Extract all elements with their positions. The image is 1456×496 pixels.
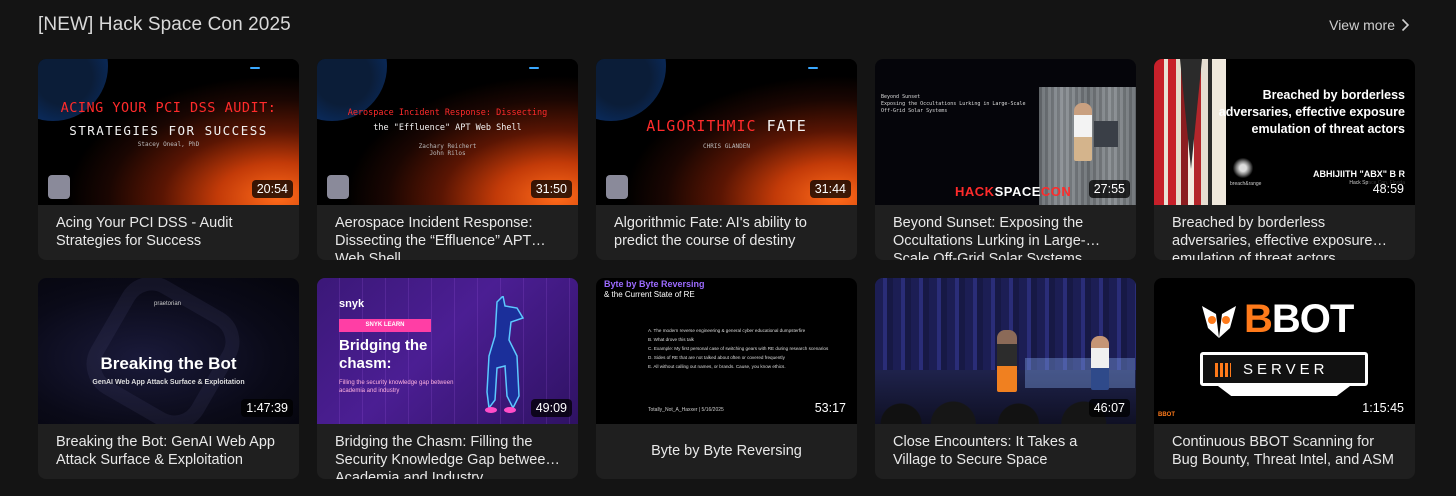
video-duration: 31:44 bbox=[809, 180, 851, 198]
speaker-figure bbox=[1074, 103, 1092, 161]
video-title: Close Encounters: It Takes a Village to … bbox=[893, 434, 1078, 468]
video-card[interactable]: Breached by borderless adversaries, effe… bbox=[1154, 59, 1415, 260]
video-duration: 20:54 bbox=[251, 180, 293, 198]
decor-bar bbox=[250, 67, 260, 69]
thumb-headline: Breaking the Bot bbox=[100, 354, 237, 373]
decor-bar bbox=[808, 67, 818, 69]
decor-bar bbox=[529, 67, 539, 69]
bot-logo-icon bbox=[327, 175, 349, 199]
video-thumbnail: ALGORITHMIC FATE CHRIS GLANDEN 31:44 bbox=[596, 59, 857, 205]
video-card[interactable]: ACING YOUR PCI DSS AUDIT: STRATEGIES FOR… bbox=[38, 59, 299, 260]
video-card[interactable]: Aerospace Incident Response: Dissecting … bbox=[317, 59, 578, 260]
video-thumbnail: 46:07 bbox=[875, 278, 1136, 424]
thumb-speaker: ABHIJIITH "ABX" B R bbox=[1312, 169, 1405, 179]
section-title: [NEW] Hack Space Con 2025 bbox=[38, 14, 291, 35]
video-duration: 27:55 bbox=[1088, 180, 1130, 198]
thumb-title-line2: STRATEGIES FOR SUCCESS bbox=[69, 123, 268, 138]
podium-graphic bbox=[1094, 121, 1118, 147]
doberman-icon bbox=[485, 296, 525, 413]
bot-logo-icon bbox=[606, 175, 628, 199]
thumb-description: Filling the security knowledge gap betwe… bbox=[339, 380, 454, 394]
slide-list: A. The modern reverse engineering & gene… bbox=[648, 328, 829, 369]
thumb-title-word2: FATE bbox=[766, 117, 807, 135]
thumb-headline: Byte by Byte Reversing bbox=[604, 279, 705, 289]
thumb-speaker: CHRIS GLANDEN bbox=[703, 143, 750, 150]
dragon-logo-icon bbox=[1230, 157, 1256, 179]
view-more-label: View more bbox=[1329, 17, 1395, 33]
thumb-speaker: Zachary Reichert John Rilos bbox=[418, 143, 477, 157]
video-card[interactable]: BBOT SERVER BBOT 1:15:45 Continuous BBOT… bbox=[1154, 278, 1415, 479]
video-duration: 49:09 bbox=[530, 399, 572, 417]
presenter-figure bbox=[1091, 336, 1109, 390]
video-thumbnail: Aerospace Incident Response: Dissecting … bbox=[317, 59, 578, 205]
video-card[interactable]: ALGORITHMIC FATE CHRIS GLANDEN 31:44 Alg… bbox=[596, 59, 857, 260]
video-card[interactable]: snyk SNYK LEARN Bridging the chasm: Fill… bbox=[317, 278, 578, 479]
thumb-subheadline: & the Current State of RE bbox=[604, 290, 695, 299]
video-duration: 48:59 bbox=[1367, 180, 1409, 198]
snyk-logo: snyk bbox=[339, 298, 365, 310]
praetorian-logo: praetorian bbox=[154, 301, 182, 307]
bot-logo-icon bbox=[48, 175, 70, 199]
thumb-brand: breach&range bbox=[1230, 181, 1262, 187]
thumb-title-line2: the "Effluence" APT Web Shell bbox=[373, 123, 522, 133]
video-thumbnail: ACING YOUR PCI DSS AUDIT: STRATEGIES FOR… bbox=[38, 59, 299, 205]
server-base bbox=[1218, 386, 1350, 396]
video-duration: 46:07 bbox=[1088, 399, 1130, 417]
thumb-title-line1: ACING YOUR PCI DSS AUDIT: bbox=[60, 100, 277, 116]
owl-logo-icon bbox=[1202, 306, 1236, 338]
chevron-right-icon bbox=[1401, 18, 1410, 32]
video-title: Continuous BBOT Scanning for Bug Bounty,… bbox=[1172, 434, 1394, 468]
video-title: Breached by borderless adversaries, effe… bbox=[1172, 215, 1373, 260]
video-title: Acing Your PCI DSS - Audit Strategies fo… bbox=[56, 215, 233, 249]
presenter-figure bbox=[997, 330, 1017, 392]
slide-text: Beyond Sunset Exposing the Occultations L… bbox=[881, 94, 1026, 114]
video-thumbnail: Beyond Sunset Exposing the Occultations L… bbox=[875, 59, 1136, 205]
video-title: Beyond Sunset: Exposing the Occultations… bbox=[893, 215, 1086, 260]
video-card[interactable]: 46:07 Close Encounters: It Takes a Villa… bbox=[875, 278, 1136, 479]
snyk-learn-badge: SNYK LEARN bbox=[339, 319, 431, 332]
stage-screen bbox=[1025, 358, 1135, 388]
thumb-title: ALGORITHMIC FATE bbox=[596, 117, 857, 135]
section-header: [NEW] Hack Space Con 2025 View more bbox=[38, 12, 1414, 38]
video-duration: 53:17 bbox=[809, 399, 851, 417]
view-more-link[interactable]: View more bbox=[1329, 17, 1410, 33]
server-graphic: SERVER bbox=[1200, 352, 1368, 386]
video-card[interactable]: praetorian Breaking the Bot GenAI Web Ap… bbox=[38, 278, 299, 479]
server-lights bbox=[1215, 363, 1231, 377]
video-duration: 1:47:39 bbox=[241, 399, 293, 417]
spear-graphic bbox=[1180, 59, 1202, 169]
planet-graphic bbox=[596, 59, 666, 121]
video-thumbnail: Breached by borderless adversaries, effe… bbox=[1154, 59, 1415, 205]
hackspacecon-logo: HACKSPACECON bbox=[955, 184, 1072, 199]
video-thumbnail: praetorian Breaking the Bot GenAI Web Ap… bbox=[38, 278, 299, 424]
hexagon-graphic bbox=[74, 278, 252, 424]
video-duration: 1:15:45 bbox=[1357, 399, 1409, 417]
thumb-footer: Totally_Not_A_Haxxer | 5/16/2025 bbox=[648, 407, 724, 413]
video-duration: 31:50 bbox=[530, 180, 572, 198]
video-thumbnail: BBOT SERVER BBOT 1:15:45 bbox=[1154, 278, 1415, 424]
thumb-headline: Bridging the chasm: bbox=[339, 337, 428, 372]
video-title: Aerospace Incident Response: Dissecting … bbox=[335, 215, 533, 260]
video-card[interactable]: Beyond Sunset Exposing the Occultations L… bbox=[875, 59, 1136, 260]
thumb-title-word1: ALGORITHMIC bbox=[646, 117, 757, 135]
thumb-headline: Breached by borderless adversaries, effe… bbox=[1218, 88, 1405, 136]
video-title: Breaking the Bot: GenAI Web App Attack S… bbox=[56, 434, 275, 468]
bbot-corner-logo: BBOT bbox=[1158, 412, 1175, 418]
video-card[interactable]: Byte by Byte Reversing & the Current Sta… bbox=[596, 278, 857, 479]
video-thumbnail: Byte by Byte Reversing & the Current Sta… bbox=[596, 278, 857, 424]
bbot-wordmark: BBOT bbox=[1244, 297, 1354, 341]
video-title: Bridging the Chasm: Filling the Security… bbox=[335, 434, 554, 479]
thumb-subheadline: GenAI Web App Attack Surface & Exploitat… bbox=[92, 379, 245, 386]
video-grid: ACING YOUR PCI DSS AUDIT: STRATEGIES FOR… bbox=[38, 59, 1415, 479]
video-title: Algorithmic Fate: AI's ability to predic… bbox=[614, 215, 807, 249]
server-label: SERVER bbox=[1243, 361, 1329, 378]
thumb-title-line1: Aerospace Incident Response: Dissecting bbox=[347, 108, 548, 118]
video-thumbnail: snyk SNYK LEARN Bridging the chasm: Fill… bbox=[317, 278, 578, 424]
video-title: Byte by Byte Reversing bbox=[651, 443, 802, 459]
thumb-speaker: Stacey Oneal, PhD bbox=[137, 141, 200, 148]
